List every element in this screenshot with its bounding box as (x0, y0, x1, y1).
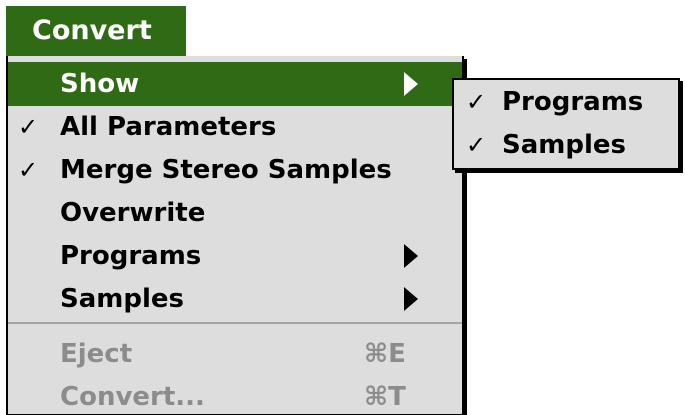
show-submenu: ✓ Programs ✓ Samples (452, 78, 680, 170)
menu-item-eject[interactable]: Eject ⌘E (8, 332, 462, 376)
checkmark-icon: ✓ (18, 156, 39, 184)
menu-item-convert[interactable]: Convert... ⌘T (8, 375, 462, 415)
screen: Convert Show ✓ All Parameters ✓ Merge St… (0, 0, 685, 415)
menu-item-samples[interactable]: Samples (8, 277, 462, 321)
menu-separator (8, 322, 462, 324)
menu-item-label: Samples (502, 130, 626, 160)
convert-menu: Show ✓ All Parameters ✓ Merge Stereo Sam… (6, 56, 464, 415)
menu-item-label: Samples (60, 284, 184, 314)
submenu-arrow-icon (404, 287, 418, 311)
menu-item-show[interactable]: Show (8, 62, 462, 106)
menu-item-label: Convert... (60, 382, 205, 412)
shortcut-label: ⌘E (364, 339, 406, 369)
submenu-arrow-icon (404, 244, 418, 268)
menu-item-programs[interactable]: Programs (8, 234, 462, 278)
shortcut-label: ⌘T (364, 382, 406, 412)
menu-item-label: Overwrite (60, 198, 206, 228)
menu-item-merge-stereo-samples[interactable]: ✓ Merge Stereo Samples (8, 148, 462, 192)
checkmark-icon: ✓ (18, 113, 39, 141)
menu-item-label: Show (60, 69, 140, 99)
menu-item-label: All Parameters (60, 112, 277, 142)
menu-title-convert[interactable]: Convert (6, 6, 186, 56)
checkmark-icon: ✓ (466, 88, 487, 116)
menu-item-label: Merge Stereo Samples (60, 155, 392, 185)
submenu-item-samples[interactable]: ✓ Samples (454, 123, 678, 167)
menu-item-overwrite[interactable]: Overwrite (8, 191, 462, 235)
menu-item-label: Eject (60, 339, 133, 369)
checkmark-icon: ✓ (466, 131, 487, 159)
menu-item-label: Programs (502, 87, 644, 117)
submenu-item-programs[interactable]: ✓ Programs (454, 80, 678, 124)
menu-item-all-parameters[interactable]: ✓ All Parameters (8, 105, 462, 149)
menu-item-label: Programs (60, 241, 202, 271)
submenu-arrow-icon (404, 72, 418, 96)
